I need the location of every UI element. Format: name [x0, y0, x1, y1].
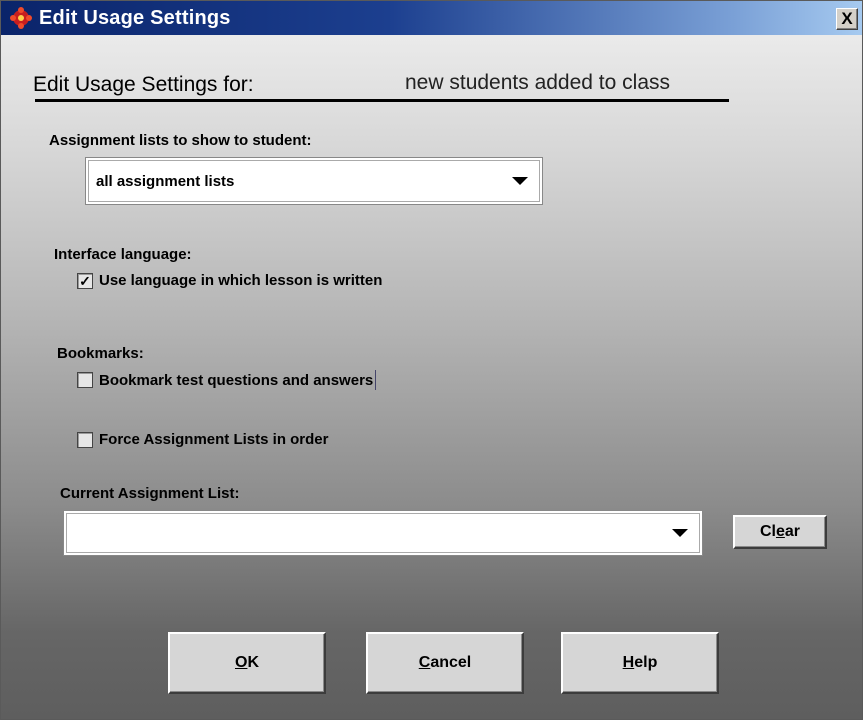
close-button[interactable]: X: [836, 8, 858, 30]
page-title: Edit Usage Settings for:: [33, 73, 254, 96]
use-lesson-language-option[interactable]: ✓ Use language in which lesson is writte…: [77, 272, 382, 289]
header-divider: [35, 99, 729, 102]
focus-caret: [375, 370, 377, 390]
bookmark-questions-checkbox[interactable]: [77, 372, 93, 388]
ok-mnemonic: O: [234, 654, 248, 671]
chevron-down-icon[interactable]: [672, 529, 688, 537]
cancel-label-post: ancel: [430, 654, 472, 671]
settings-target: new students added to class: [405, 71, 671, 94]
clear-mnemonic: e: [775, 523, 785, 540]
use-lesson-language-label: Use language in which lesson is written: [99, 272, 383, 289]
assignment-lists-label: Assignment lists to show to student:: [49, 132, 312, 149]
force-order-option[interactable]: Force Assignment Lists in order: [77, 431, 329, 448]
chevron-down-icon[interactable]: [512, 177, 528, 185]
current-assignment-list-label: Current Assignment List:: [60, 485, 240, 502]
help-label-post: elp: [634, 654, 658, 671]
bookmarks-label: Bookmarks:: [57, 345, 144, 362]
app-logo-icon: [10, 7, 32, 29]
force-order-label: Force Assignment Lists in order: [99, 431, 329, 448]
clear-label-pre: Cl: [759, 523, 776, 540]
close-icon: X: [841, 9, 853, 28]
help-button[interactable]: Help: [561, 632, 719, 694]
window-title: Edit Usage Settings: [39, 6, 231, 29]
current-assignment-list-dropdown[interactable]: [64, 511, 702, 555]
bookmark-questions-option[interactable]: Bookmark test questions and answers: [77, 370, 377, 390]
edit-usage-settings-dialog: Edit Usage Settings X Edit Usage Setting…: [0, 0, 863, 720]
force-order-checkbox[interactable]: [77, 431, 93, 448]
interface-language-label: Interface language:: [54, 246, 192, 263]
clear-label-post: ar: [784, 523, 801, 540]
use-lesson-language-checkbox[interactable]: ✓: [77, 272, 93, 289]
help-mnemonic: H: [622, 654, 635, 671]
clear-button[interactable]: Cl e ar: [733, 515, 827, 549]
ok-button[interactable]: OK: [168, 632, 326, 694]
cancel-button[interactable]: Cancel: [366, 632, 524, 694]
assignment-lists-dropdown[interactable]: all assignment lists: [86, 158, 542, 204]
title-bar[interactable]: Edit Usage Settings X: [1, 1, 862, 35]
ok-label-post: K: [247, 654, 259, 671]
cancel-mnemonic: C: [418, 654, 431, 671]
bookmark-questions-label: Bookmark test questions and answers: [99, 371, 374, 389]
assignment-lists-selected: all assignment lists: [96, 172, 235, 190]
